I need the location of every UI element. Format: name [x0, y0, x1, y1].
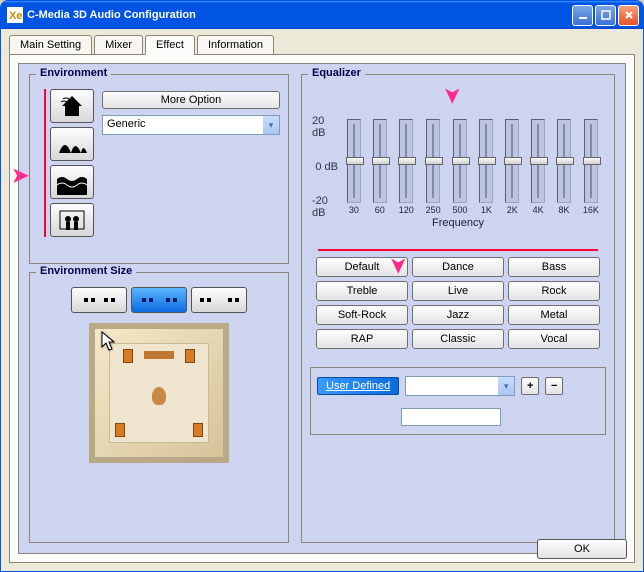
maximize-button[interactable] [595, 5, 616, 26]
window-title: C-Media 3D Audio Configuration [27, 9, 196, 21]
eq-preset-softrock[interactable]: Soft-Rock [316, 305, 408, 325]
tab-mixer[interactable]: Mixer [94, 35, 143, 55]
chevron-down-icon: ▾ [263, 116, 279, 134]
app-icon: Xe [7, 7, 23, 23]
eq-freq-label: 4K [533, 205, 544, 215]
eq-preset-classic[interactable]: Classic [412, 329, 504, 349]
eq-slider[interactable] [453, 119, 467, 203]
eq-y-axis: 20 dB 0 dB -20 dB [310, 109, 340, 225]
eq-slider[interactable] [479, 119, 493, 203]
effect-panel: Environment ➤ More Option [18, 63, 626, 554]
eq-freq-label: 1K [481, 205, 492, 215]
user-defined-add-button[interactable]: + [521, 377, 539, 395]
tab-main-setting[interactable]: Main Setting [9, 35, 92, 55]
env-preset-bathroom[interactable] [50, 89, 94, 123]
eq-slider[interactable] [584, 119, 598, 203]
cursor-icon [101, 331, 117, 353]
eq-band-1K: 1K [479, 119, 493, 215]
eq-slider[interactable] [531, 119, 545, 203]
eq-freq-label: 60 [375, 205, 385, 215]
eq-band-120: 120 [399, 119, 414, 215]
eq-slider[interactable] [373, 119, 387, 203]
user-defined-name-input[interactable] [401, 408, 501, 426]
client-area: Main Setting Mixer Effect Information En… [1, 29, 643, 571]
chevron-down-icon: ▾ [498, 377, 514, 395]
svg-text:Xe: Xe [9, 10, 22, 22]
eq-band-8K: 8K [557, 119, 571, 215]
environment-size-title: Environment Size [36, 265, 136, 277]
env-size-large[interactable] [191, 287, 247, 313]
user-defined-remove-button[interactable]: − [545, 377, 563, 395]
environment-title: Environment [36, 67, 111, 79]
annotation-arrow-icon: ➤ [440, 87, 465, 104]
equalizer-group: Equalizer ➤ 20 dB 0 dB -20 dB 3060120250… [301, 74, 615, 543]
eq-band-16K: 16K [583, 119, 599, 215]
app-window: Xe C-Media 3D Audio Configuration Main S… [0, 0, 644, 572]
eq-preset-treble[interactable]: Treble [316, 281, 408, 301]
environment-select[interactable]: Generic ▾ [102, 115, 280, 135]
minimize-button[interactable] [572, 5, 593, 26]
env-preset-underwater[interactable] [50, 165, 94, 199]
ok-button[interactable]: OK [537, 539, 627, 559]
eq-ytick: -20 dB [312, 195, 338, 219]
eq-slider[interactable] [426, 119, 440, 203]
more-option-button[interactable]: More Option [102, 91, 280, 109]
environment-select-value: Generic [103, 116, 263, 134]
room-preview [89, 323, 229, 463]
eq-freq-label: 120 [399, 205, 414, 215]
eq-band-2K: 2K [505, 119, 519, 215]
eq-freq-label: 8K [559, 205, 570, 215]
eq-freq-label: 30 [349, 205, 359, 215]
env-preset-hallway[interactable] [50, 203, 94, 237]
eq-band-500: 500 [453, 119, 468, 215]
eq-band-60: 60 [373, 119, 387, 215]
environment-presets-list [44, 89, 94, 237]
user-defined-group: User Defined ▾ + − [310, 367, 606, 435]
annotation-arrow-icon: ➤ [12, 163, 29, 188]
eq-preset-jazz[interactable]: Jazz [412, 305, 504, 325]
eq-freq-label: 2K [507, 205, 518, 215]
annotation-arrow-icon: ➤ [386, 257, 411, 274]
eq-band-30: 30 [347, 119, 361, 215]
environment-group: Environment ➤ More Option [29, 74, 289, 264]
eq-ytick: 0 dB [315, 161, 338, 173]
eq-slider[interactable] [505, 119, 519, 203]
env-size-medium[interactable] [131, 287, 187, 313]
eq-freq-label: 16K [583, 205, 599, 215]
env-size-small[interactable] [71, 287, 127, 313]
tab-information[interactable]: Information [197, 35, 274, 55]
eq-preset-live[interactable]: Live [412, 281, 504, 301]
eq-preset-bass[interactable]: Bass [508, 257, 600, 277]
eq-presets: DefaultDanceBassTrebleLiveRockSoft-RockJ… [310, 257, 606, 349]
eq-freq-label: 500 [453, 205, 468, 215]
eq-preset-dance[interactable]: Dance [412, 257, 504, 277]
titlebar[interactable]: Xe C-Media 3D Audio Configuration [1, 1, 643, 29]
equalizer-title: Equalizer [308, 67, 365, 79]
eq-preset-rap[interactable]: RAP [316, 329, 408, 349]
user-defined-select[interactable]: ▾ [405, 376, 515, 396]
user-defined-select-value [406, 377, 498, 395]
eq-freq-label: 250 [426, 205, 441, 215]
tab-page: Environment ➤ More Option [9, 54, 635, 563]
tab-effect[interactable]: Effect [145, 35, 195, 55]
eq-slider[interactable] [399, 119, 413, 203]
environment-size-group: Environment Size [29, 272, 289, 543]
eq-preset-metal[interactable]: Metal [508, 305, 600, 325]
annotation-line [318, 249, 598, 251]
eq-preset-rock[interactable]: Rock [508, 281, 600, 301]
close-button[interactable] [618, 5, 639, 26]
eq-slider[interactable] [347, 119, 361, 203]
frequency-caption: Frequency [310, 217, 606, 229]
eq-band-250: 250 [426, 119, 441, 215]
eq-slider[interactable] [557, 119, 571, 203]
eq-band-4K: 4K [531, 119, 545, 215]
eq-sliders: 30 60 120 250 500 1K 2K 4K 8K 16K [340, 119, 606, 215]
user-defined-label[interactable]: User Defined [317, 377, 399, 395]
eq-ytick: 20 dB [312, 115, 338, 139]
eq-preset-vocal[interactable]: Vocal [508, 329, 600, 349]
env-preset-concerthall[interactable] [50, 127, 94, 161]
tab-strip: Main Setting Mixer Effect Information [9, 35, 635, 55]
